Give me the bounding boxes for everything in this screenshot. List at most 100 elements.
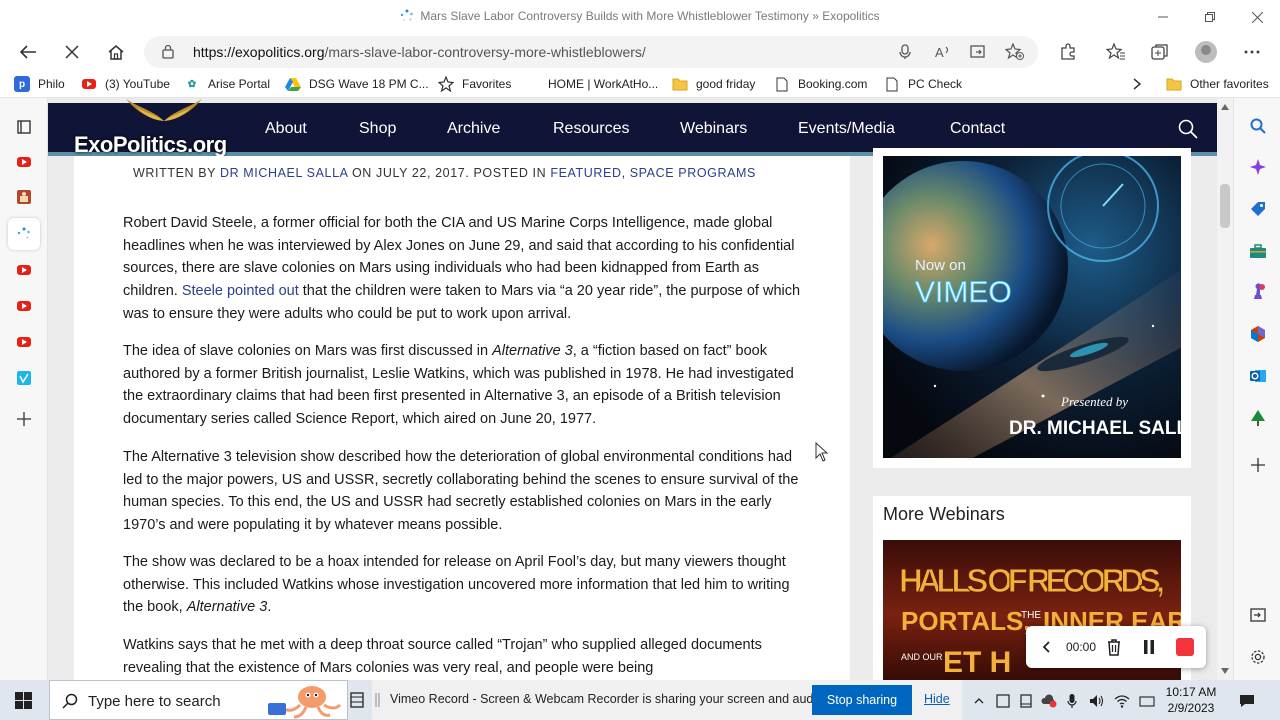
other-favorites-folder[interactable]: Other favorites [1166,75,1269,93]
more-favorites-button[interactable] [1133,75,1141,93]
sidebar-office-button[interactable] [1246,322,1270,346]
address-bar[interactable]: https://exopolitics.org/mars-slave-labor… [144,36,1038,68]
tab-profile-site[interactable] [12,185,36,209]
add-favorite-button[interactable] [1004,42,1026,62]
sidebar-discover-button[interactable] [1246,155,1270,179]
vimeo-promo-banner[interactable]: Now on VIMEO Presented by DR. MICHAEL SA… [883,156,1181,458]
steele-pointed-out-link[interactable]: Steele pointed out [182,283,299,299]
speaker-icon [1090,695,1104,707]
tab-active-loading[interactable] [8,218,40,250]
favorite-arise-portal[interactable]: ✿ Arise Portal [184,75,270,93]
favorite-booking[interactable]: Booking.com [774,75,867,93]
tab-actions-button[interactable] [12,115,36,139]
category-space-programs-link[interactable]: SPACE PROGRAMS [630,166,756,180]
search-icon[interactable] [1178,119,1198,139]
task-view-icon[interactable] [350,692,364,708]
hide-sidebar-icon [1250,608,1266,622]
sharing-message: Vimeo Record - Screen & Webcam Recorder … [390,692,827,706]
favorite-good-friday[interactable]: good friday [672,75,755,93]
voice-search-button[interactable] [894,42,916,62]
sidebar-games-button[interactable] [1246,280,1270,304]
sidebar-outlook-button[interactable] [1246,364,1270,388]
outlook-icon [1250,370,1266,382]
favorite-dsg-wave[interactable]: DSG Wave 18 PM C... [285,75,429,93]
show-hidden-icons-button[interactable] [970,692,988,710]
read-aloud-button[interactable]: A [932,42,954,62]
extensions-button[interactable] [1054,38,1082,66]
favorites-button[interactable] [1102,38,1130,66]
tab-youtube-1[interactable] [12,150,36,174]
toolbox-icon [1250,244,1266,258]
sidebar-shopping-button[interactable] [1246,197,1270,221]
sidebar-tools-button[interactable] [1246,239,1270,263]
settings-more-button[interactable] [1238,38,1266,66]
nav-webinars[interactable]: Webinars [680,120,747,138]
nav-resources[interactable]: Resources [553,120,629,138]
tab-youtube-2[interactable] [12,258,36,282]
office-icon [1251,326,1265,342]
author-link[interactable]: DR MICHAEL SALLA [220,166,348,180]
nav-contact[interactable]: Contact [950,120,1005,138]
stop-loading-button[interactable] [58,38,86,66]
trash-icon[interactable] [1106,638,1122,656]
halls-line2: PORTALS, [901,606,1031,636]
taskbar-search-box[interactable]: Type here to search [49,680,348,720]
tab-youtube-4[interactable] [12,330,36,354]
tray-cloud-button[interactable] [1040,692,1058,710]
tray-volume-button[interactable] [1088,692,1106,710]
lock-icon[interactable] [162,44,174,59]
back-button[interactable] [14,38,42,66]
sidebar-settings-button[interactable] [1246,645,1270,669]
sidebar-hide-button[interactable] [1246,603,1270,627]
browser-window: Mars Slave Labor Controversy Builds with… [0,0,1280,720]
category-featured-link[interactable]: FEATURED [550,166,621,180]
windows-start-icon[interactable] [15,692,32,709]
tray-app-icon[interactable] [994,692,1012,710]
url-text[interactable]: https://exopolitics.org/mars-slave-labor… [193,44,646,60]
tab-youtube-3[interactable] [12,294,36,318]
tray-language-button[interactable] [1138,692,1156,710]
app-icon [996,694,1010,708]
notifications-button[interactable] [1238,692,1256,710]
stop-recording-icon[interactable] [1176,638,1194,656]
favorite-workathome[interactable]: HOME | WorkAtHo... [524,75,658,93]
favorite-philo[interactable]: p Philo [14,75,65,93]
favorite-favorites[interactable]: Favorites [438,75,511,93]
nav-archive[interactable]: Archive [447,120,500,138]
nav-about[interactable]: About [265,120,307,138]
sidebar-tree-button[interactable] [1246,406,1270,430]
close-window-button[interactable] [1234,0,1280,34]
tray-network-button[interactable] [1113,692,1131,710]
favorite-label: good friday [696,77,756,91]
drag-handle-icon[interactable] [375,693,381,707]
page-scrollbar[interactable] [1217,98,1233,680]
favorite-youtube[interactable]: (3) YouTube [81,75,170,93]
home-button[interactable] [102,38,130,66]
tray-device-button[interactable] [1017,692,1035,710]
tab-vimeo[interactable] [12,366,36,390]
scrollbar-thumb[interactable] [1220,184,1230,228]
nav-events-media[interactable]: Events/Media [798,120,895,138]
search-icon [1250,118,1266,134]
favorite-pc-check[interactable]: PC Check [884,75,962,93]
scroll-up-icon[interactable] [1221,104,1229,110]
profile-button[interactable] [1192,38,1220,66]
minimize-button[interactable] [1140,0,1186,34]
scroll-down-icon[interactable] [1221,668,1229,674]
tray-microphone-button[interactable] [1063,692,1081,710]
taskbar-clock[interactable]: 10:17 AM 2/9/2023 [1162,684,1220,716]
byline: WRITTEN BY DR MICHAEL SALLA ON JULY 22, … [133,166,756,180]
new-tab-button[interactable] [12,407,36,431]
hide-sharing-link[interactable]: Hide [924,692,950,706]
paragraph-text: The idea of slave colonies on Mars was f… [123,343,489,359]
collections-button[interactable] [1146,38,1174,66]
stop-sharing-button[interactable]: Stop sharing [812,685,912,715]
vimeo-recorder-controls: 00:00 [1026,626,1206,668]
app-available-button[interactable] [968,42,990,62]
nav-shop[interactable]: Shop [359,120,396,138]
collapse-recorder-icon[interactable] [1042,641,1050,653]
sidebar-customize-button[interactable] [1246,453,1270,477]
restore-button[interactable] [1187,0,1233,34]
pause-icon[interactable] [1143,640,1155,654]
sidebar-search-button[interactable] [1246,114,1270,138]
